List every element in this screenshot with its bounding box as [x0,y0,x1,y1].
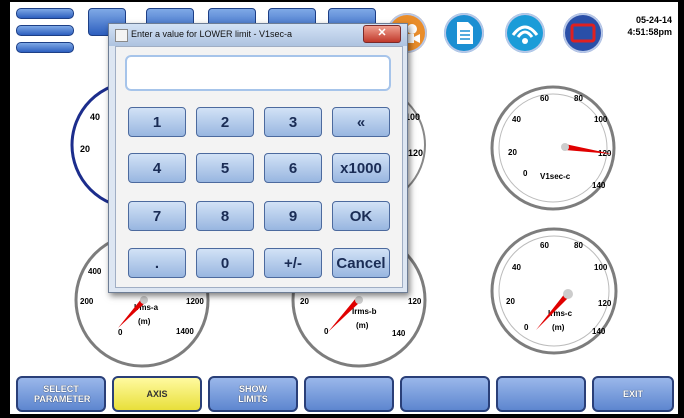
tick-label: 100 [594,115,608,124]
tick-label: 140 [592,327,606,336]
key-0[interactable]: 0 [196,248,254,278]
tick-label: 80 [574,241,583,250]
select-parameter-button[interactable]: SELECT PARAMETER [16,376,106,412]
instrument-screen: 05-24-14 4:51:58pm 20 40 100 120 0 20 40… [10,2,678,414]
tick-label: 0 [524,323,529,332]
tick-label: 120 [598,299,612,308]
tick-label: 1200 [186,297,204,306]
tick-label: 80 [574,94,583,103]
backspace-key[interactable]: « [332,107,390,137]
blank-button-6[interactable] [496,376,586,412]
key-2[interactable]: 2 [196,107,254,137]
tick-label: 0 [324,327,329,336]
gauge-hub [355,296,363,304]
close-icon[interactable]: ✕ [363,25,401,43]
document-icon[interactable] [444,13,484,53]
gauge-unit: (m) [552,323,565,332]
menu-icon[interactable] [16,8,74,56]
key-4[interactable]: 4 [128,153,186,183]
gauge-unit: (m) [356,321,369,330]
tick-label: 20 [506,297,515,306]
axis-button[interactable]: AXIS [112,376,202,412]
decimal-key[interactable]: . [128,248,186,278]
tick-label: 60 [540,241,549,250]
tick-label: 140 [392,329,406,338]
key-9[interactable]: 9 [264,201,322,231]
tick-label: 100 [594,263,608,272]
tick-label: 0 [523,169,528,178]
tick-label: 140 [592,181,606,190]
date-text: 05-24-14 [635,15,672,25]
blank-button-5[interactable] [400,376,490,412]
signal-icon[interactable] [505,13,545,53]
gauge-hub [140,296,148,304]
gauge-label: Irms-b [352,307,377,316]
exit-button[interactable]: EXIT [592,376,674,412]
tick-label: 0 [118,328,123,337]
gauge-irms-c[interactable]: 0 20 40 60 80 100 120 140 Irms-c (m) [486,226,622,361]
gauge-label: V1sec-c [540,172,571,181]
gauge-unit: (m) [138,317,151,326]
key-6[interactable]: 6 [264,153,322,183]
time-text: 4:51:58pm [627,27,672,37]
tick-label: 40 [90,112,100,122]
value-entry-dialog: Enter a value for LOWER limit - V1sec-a … [108,23,408,293]
sign-key[interactable]: +/- [264,248,322,278]
function-bar: SELECT PARAMETER AXIS SHOW LIMITS EXIT [10,372,678,414]
value-input[interactable] [125,55,391,91]
dialog-title: Enter a value for LOWER limit - V1sec-a [131,29,293,39]
tick-label: 60 [540,94,549,103]
tick-label: 1400 [176,327,194,336]
cancel-button[interactable]: Cancel [332,248,390,278]
tick-label: 20 [508,148,517,157]
key-5[interactable]: 5 [196,153,254,183]
key-3[interactable]: 3 [264,107,322,137]
gauge-hub [561,143,569,151]
show-limits-button[interactable]: SHOW LIMITS [208,376,298,412]
tick-label: 120 [598,149,612,158]
screen-icon[interactable] [563,13,603,53]
ok-button[interactable]: OK [332,201,390,231]
key-8[interactable]: 8 [196,201,254,231]
tick-label: 400 [88,267,102,276]
key-7[interactable]: 7 [128,201,186,231]
tick-label: 20 [80,144,90,154]
x1000-key[interactable]: x1000 [332,153,390,183]
tick-label: 20 [300,297,309,306]
keypad-panel: 1 2 3 « 4 5 6 x1000 7 8 9 OK . 0 +/- Can… [115,46,403,288]
dialog-titlebar[interactable]: Enter a value for LOWER limit - V1sec-a … [109,24,407,46]
gauge-hub [563,289,573,299]
tick-label: 40 [512,115,521,124]
blank-button-4[interactable] [304,376,394,412]
tick-label: 200 [80,297,94,306]
tick-label: 120 [408,148,423,158]
app-icon [115,29,128,42]
tick-label: 40 [512,263,521,272]
key-1[interactable]: 1 [128,107,186,137]
gauge-v1sec-c[interactable]: 0 20 40 60 80 100 120 140 V1sec-c [484,84,622,217]
tick-label: 120 [408,297,422,306]
datetime-display: 05-24-14 4:51:58pm [627,14,672,38]
